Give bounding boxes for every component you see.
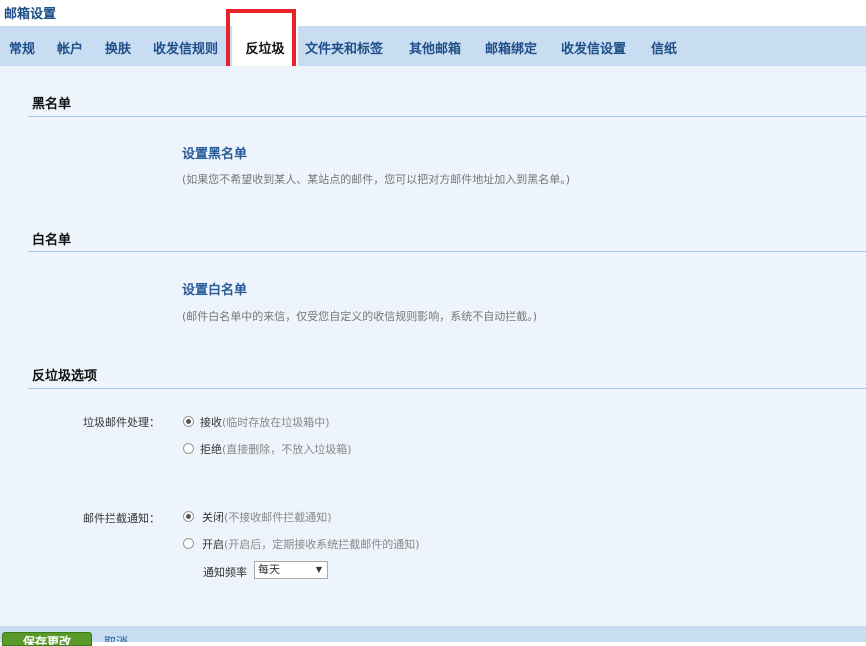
junk-reject-note: (直接删除，不放入垃圾箱): [222, 443, 352, 456]
notify-on-label: 开启: [202, 538, 224, 551]
whitelist-heading: 白名单: [32, 233, 72, 248]
notify-off-label: 关闭: [202, 511, 224, 524]
tab-mailbox-binding[interactable]: 邮箱绑定: [485, 26, 537, 66]
section-divider: [28, 388, 866, 389]
junk-accept-label: 接收: [200, 416, 222, 429]
tab-other-mailboxes[interactable]: 其他邮箱: [409, 26, 461, 66]
notify-on-note: (开启后，定期接收系统拦截邮件的通知): [224, 538, 420, 551]
junk-accept-note: (临时存放在垃圾箱中): [222, 416, 330, 429]
antispam-settings-panel: [0, 66, 866, 626]
tab-stationery[interactable]: 信纸: [651, 26, 677, 66]
tab-account[interactable]: 帐户: [57, 26, 83, 66]
page-title: 邮箱设置: [4, 7, 57, 22]
notify-off-note: (不接收邮件拦截通知): [224, 511, 332, 524]
set-blacklist-link[interactable]: 设置黑名单: [182, 143, 247, 162]
antispam-options-heading: 反垃圾选项: [32, 369, 98, 384]
notify-frequency-select[interactable]: 每天 ▼: [254, 561, 328, 579]
notify-frequency-label: 通知频率: [203, 566, 247, 579]
junk-reject-option[interactable]: 拒绝(直接删除，不放入垃圾箱): [200, 441, 352, 457]
whitelist-hint: (邮件白名单中的来信，仅受您自定义的收信规则影响，系统不自动拦截。): [182, 310, 538, 323]
junk-accept-option[interactable]: 接收(临时存放在垃圾箱中): [200, 414, 330, 430]
tab-skin[interactable]: 换肤: [105, 26, 131, 66]
junk-handling-label: 垃圾邮件处理：: [83, 416, 160, 429]
section-divider: [28, 251, 866, 252]
dropdown-arrow-icon: ▼: [315, 565, 322, 574]
notify-frequency-value: 每天: [258, 563, 280, 576]
tab-general[interactable]: 常规: [9, 26, 35, 66]
cancel-link[interactable]: 取消: [104, 633, 128, 642]
notify-off-option[interactable]: 关闭(不接收邮件拦截通知): [202, 509, 332, 525]
tab-send-receive-settings[interactable]: 收发信设置: [561, 26, 626, 66]
tab-folders-labels[interactable]: 文件夹和标签: [305, 26, 383, 66]
notify-off-radio[interactable]: [183, 511, 194, 522]
junk-reject-label: 拒绝: [200, 443, 222, 456]
notify-on-option[interactable]: 开启(开启后，定期接收系统拦截邮件的通知): [202, 536, 420, 552]
set-whitelist-link[interactable]: 设置白名单: [182, 279, 247, 298]
block-notify-label: 邮件拦截通知：: [83, 512, 160, 525]
save-changes-button[interactable]: 保存更改: [2, 632, 92, 646]
notify-on-radio[interactable]: [183, 538, 194, 549]
section-divider: [28, 116, 866, 117]
blacklist-heading: 黑名单: [32, 97, 72, 112]
footer-action-bar: [0, 626, 866, 642]
settings-tab-bar: 常规 帐户 换肤 收发信规则 反垃圾 文件夹和标签 其他邮箱 邮箱绑定 收发信设…: [0, 26, 866, 68]
blacklist-hint: (如果您不希望收到某人、某站点的邮件，您可以把对方邮件地址加入到黑名单。): [182, 173, 571, 186]
tab-mail-rules[interactable]: 收发信规则: [153, 26, 218, 66]
junk-reject-radio[interactable]: [183, 443, 194, 454]
junk-accept-radio[interactable]: [183, 416, 194, 427]
